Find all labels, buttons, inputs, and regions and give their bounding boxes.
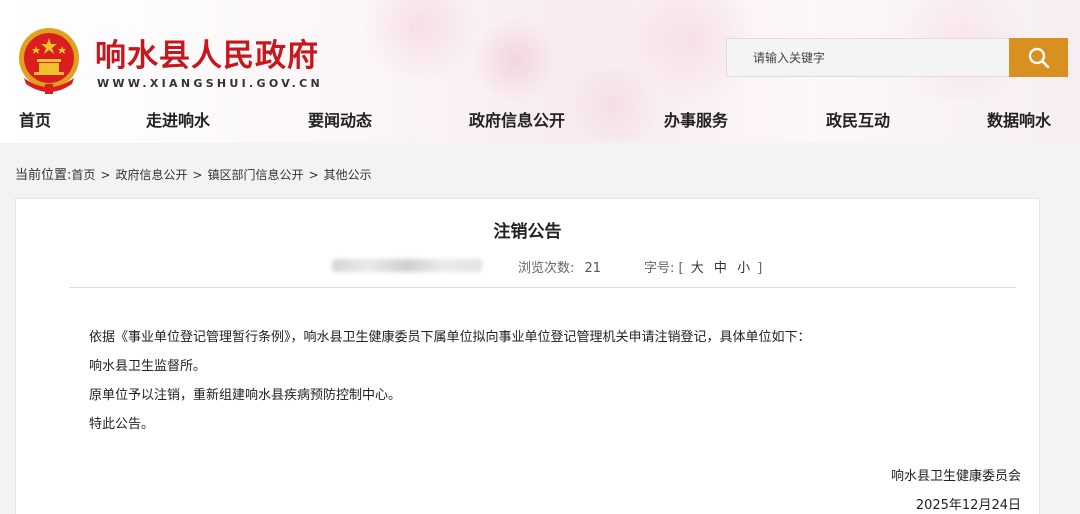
font-large-button[interactable]: 大 — [691, 261, 704, 276]
nav-item-news[interactable]: 要闻动态 — [308, 107, 372, 131]
search-input[interactable] — [726, 38, 1010, 77]
nav-item-data[interactable]: 数据响水 — [987, 107, 1051, 131]
nav-item-services[interactable]: 办事服务 — [664, 107, 728, 131]
site-url: WWW.XIANGSHUI.GOV.CN — [97, 77, 323, 90]
article-panel: 注销公告 浏览次数: 21 字号: [ 大 中 小 ] 依据《事业单位登记管理暂… — [15, 198, 1040, 514]
views-count: 21 — [584, 261, 602, 276]
breadcrumb-separator: > — [308, 168, 319, 182]
paragraph: 响水县卫生监督所。 — [89, 359, 207, 374]
article-body: 依据《事业单位登记管理暂行条例》，响水县卫生健康委员下属单位拟向事业单位登记管理… — [89, 323, 989, 439]
breadcrumb-item-other-notices[interactable]: 其他公示 — [324, 168, 372, 182]
breadcrumb-item-dept-info[interactable]: 镇区部门信息公开 — [208, 168, 304, 182]
nav-item-interaction[interactable]: 政民互动 — [826, 107, 890, 131]
national-emblem-icon[interactable] — [16, 26, 82, 96]
breadcrumb-item-home[interactable]: 首页 — [71, 168, 95, 182]
views-label: 浏览次数: — [518, 261, 575, 276]
breadcrumb-lead: 当前位置: — [15, 168, 72, 183]
nav-item-gov-info[interactable]: 政府信息公开 — [469, 107, 565, 131]
font-size-control: 字号: [ 大 中 小 ] — [644, 257, 762, 276]
nav-item-home[interactable]: 首页 — [19, 107, 51, 131]
article-title: 注销公告 — [493, 222, 562, 242]
signature-org: 响水县卫生健康委员会 — [890, 469, 1021, 484]
search-icon — [1028, 47, 1049, 68]
font-medium-button[interactable]: 中 — [714, 261, 727, 276]
font-bracket-open: [ — [678, 261, 684, 276]
signature-date: 2025年12月24日 — [915, 498, 1021, 513]
paragraph: 特此公告。 — [89, 417, 155, 432]
breadcrumb: 当前位置:首页 > 政府信息公开 > 镇区部门信息公开 > 其他公示 — [15, 164, 372, 183]
paragraph: 原单位予以注销，重新组建响水县疾病预防控制中心。 — [89, 388, 402, 403]
main-nav: 首页 走进响水 要闻动态 政府信息公开 办事服务 政民互动 数据响水 — [0, 97, 1080, 143]
paragraph: 依据《事业单位登记管理暂行条例》，响水县卫生健康委员下属单位拟向事业单位登记管理… — [89, 330, 811, 345]
search-button[interactable] — [1009, 38, 1068, 77]
blurred-source-info — [332, 259, 482, 272]
font-bracket-close: ] — [757, 261, 763, 276]
font-size-label: 字号: — [644, 261, 675, 276]
divider — [69, 287, 1016, 288]
blossom-decoration — [360, 0, 480, 80]
breadcrumb-separator: > — [192, 168, 203, 182]
nav-item-about[interactable]: 走进响水 — [146, 107, 210, 131]
signature-block: 响水县卫生健康委员会 2025年12月24日 — [891, 462, 1021, 514]
font-small-button[interactable]: 小 — [737, 261, 750, 276]
view-count: 浏览次数: 21 — [518, 257, 601, 276]
article-meta: 浏览次数: 21 字号: [ 大 中 小 ] — [16, 257, 1039, 276]
site-title[interactable]: 响水县人民政府 — [95, 30, 319, 75]
site-header: 响水县人民政府 WWW.XIANGSHUI.GOV.CN 首页 走进响水 要闻动… — [0, 0, 1080, 143]
blossom-decoration — [470, 20, 560, 100]
breadcrumb-item-gov-info[interactable]: 政府信息公开 — [115, 168, 187, 182]
breadcrumb-separator: > — [100, 168, 111, 182]
